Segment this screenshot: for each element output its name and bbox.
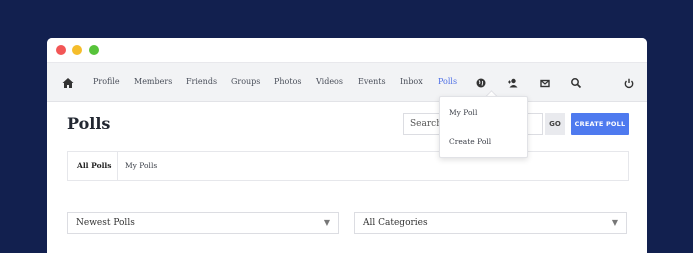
nav-item-videos[interactable]: Videos	[316, 63, 343, 101]
browser-window: Profile Members Friends Groups Photos Vi…	[47, 38, 647, 253]
mail-icon[interactable]	[538, 75, 552, 89]
sort-select[interactable]: Newest Polls ▼	[67, 212, 339, 234]
nav-item-inbox[interactable]: Inbox	[400, 63, 423, 101]
power-icon[interactable]	[622, 75, 636, 89]
user-add-icon[interactable]	[506, 75, 520, 89]
nav-item-events[interactable]: Events	[358, 63, 386, 101]
close-window-button[interactable]	[56, 45, 66, 55]
main-navbar: Profile Members Friends Groups Photos Vi…	[47, 63, 647, 102]
page-title: Polls	[67, 114, 111, 133]
tab-my-polls[interactable]: My Polls	[125, 152, 157, 180]
go-button[interactable]: GO	[545, 113, 565, 135]
nav-item-profile[interactable]: Profile	[93, 63, 120, 101]
menu-item-create-poll[interactable]: Create Poll	[449, 137, 491, 146]
chevron-down-icon: ▼	[323, 218, 330, 227]
nav-item-photos[interactable]: Photos	[274, 63, 302, 101]
maximize-window-button[interactable]	[89, 45, 99, 55]
sort-select-value: Newest Polls	[76, 218, 135, 228]
minimize-window-button[interactable]	[72, 45, 82, 55]
chevron-down-icon: ▼	[611, 218, 618, 227]
tab-all-polls[interactable]: All Polls	[77, 152, 112, 180]
nav-item-friends[interactable]: Friends	[186, 63, 217, 101]
title-bar	[47, 38, 647, 63]
category-select[interactable]: All Categories ▼	[354, 212, 627, 234]
polls-dropdown-menu: My Poll Create Poll	[439, 96, 528, 158]
menu-item-my-poll[interactable]: My Poll	[449, 108, 477, 117]
poll-tabs: All Polls My Polls	[67, 151, 629, 181]
search-icon[interactable]	[569, 75, 583, 89]
nav-item-groups[interactable]: Groups	[231, 63, 260, 101]
globe-icon[interactable]	[474, 75, 488, 89]
home-icon[interactable]	[61, 75, 75, 89]
nav-item-members[interactable]: Members	[134, 63, 172, 101]
create-poll-button[interactable]: CREATE POLL	[571, 113, 629, 135]
category-select-value: All Categories	[363, 218, 428, 228]
tab-divider	[117, 152, 118, 180]
